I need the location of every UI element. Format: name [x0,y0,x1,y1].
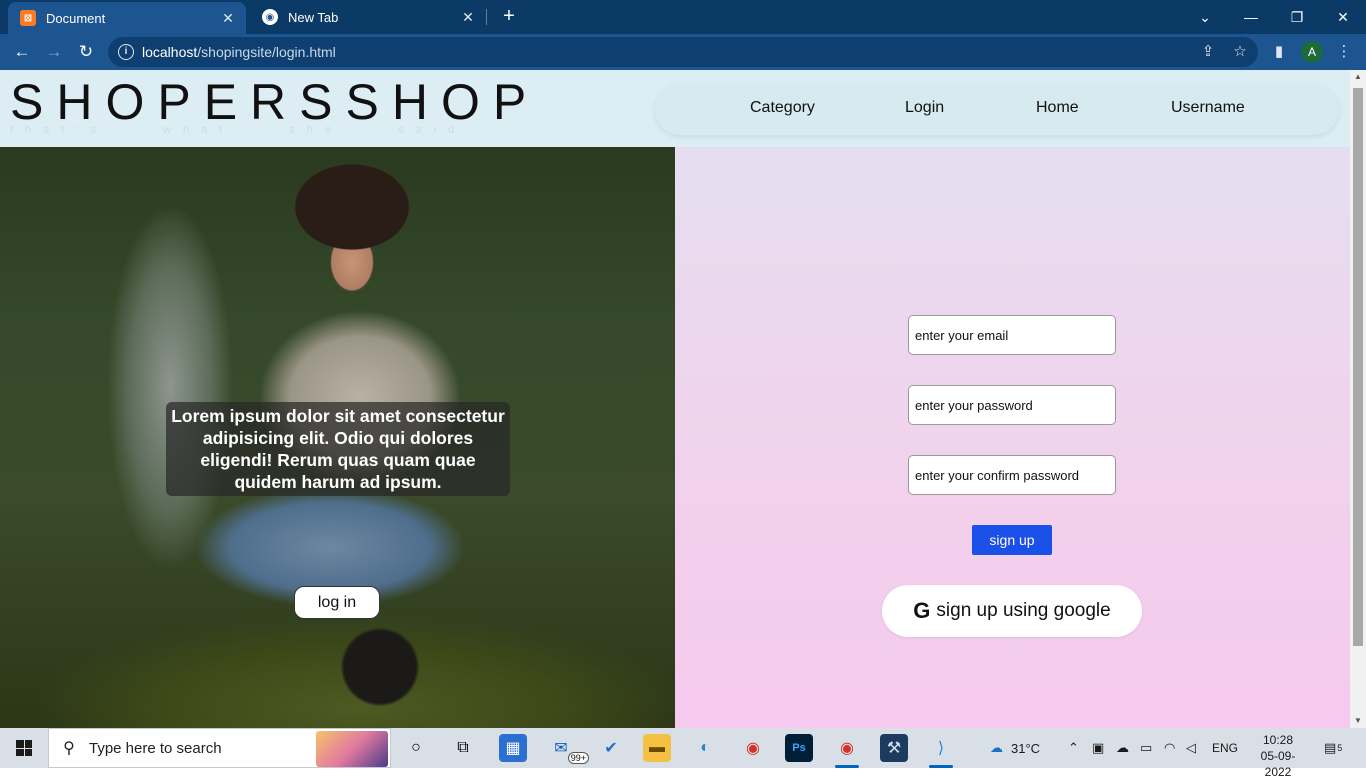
share-icon[interactable]: ⇪ [1198,42,1218,62]
close-window-button[interactable]: ✕ [1320,0,1366,34]
address-bar[interactable]: i localhost/shopingsite/login.html [108,37,1258,67]
hero-image-panel: Lorem ipsum dolor sit amet consectetur a… [0,147,675,728]
nav-home[interactable]: Home [1036,99,1079,117]
weather-widget[interactable]: ☁ 31°C [990,728,1040,768]
scrollbar-thumb[interactable] [1353,88,1363,646]
browser-toolbar: ← → ↻ i localhost/shopingsite/login.html… [0,34,1366,70]
clock-time: 10:28 [1262,733,1294,747]
search-placeholder: Type here to search [89,739,222,757]
file-explorer-icon[interactable]: ▬ [643,734,671,762]
main-nav: Category Login Home Username [655,83,1339,135]
notification-icon[interactable]: ▤ 5 [1324,728,1342,768]
battery-icon[interactable]: ▭ [1140,728,1152,768]
brand-tagline: that's what she said [10,124,467,136]
new-tab-button[interactable]: + [498,5,520,27]
tab-close-icon[interactable]: ✕ [220,10,236,27]
login-button[interactable]: log in [294,586,380,619]
notification-count: 5 [1337,743,1343,753]
tab-search-dropdown-icon[interactable]: ⌄ [1182,0,1228,34]
photoshop-icon[interactable]: Ps [785,734,813,762]
tab-new-tab[interactable]: ◉ New Tab ✕ [250,0,486,34]
email-input[interactable] [908,315,1116,355]
google-icon: G [913,598,931,623]
nav-category[interactable]: Category [750,99,815,117]
weather-icon: ☁ [990,740,1003,755]
start-button[interactable] [0,728,48,768]
url-text[interactable]: localhost/shopingsite/login.html [142,44,336,60]
site-header: SHOPERSSHOP that's what she said Categor… [0,70,1350,147]
search-icon: ⚲ [63,740,75,757]
info-icon[interactable]: i [118,44,134,60]
web-page: SHOPERSSHOP that's what she said Categor… [0,70,1350,728]
chrome-icon[interactable]: ◉ [739,734,767,762]
page-scrollbar[interactable]: ▲ ▼ [1350,70,1366,728]
tab-separator [486,9,487,25]
cloud-icon[interactable]: ☁ [1116,728,1129,768]
meet-now-icon[interactable]: ▣ [1092,728,1104,768]
edge-icon[interactable]: ◐ [691,734,719,762]
nav-username[interactable]: Username [1171,99,1245,117]
mail-icon[interactable]: ✉ 99+ [547,734,589,764]
hero-text: Lorem ipsum dolor sit amet consectetur a… [166,402,510,496]
star-icon[interactable]: ☆ [1230,42,1250,62]
google-signup-button[interactable]: G sign up using google [882,585,1142,637]
store-icon[interactable]: ▦ [499,734,527,762]
brand-logo[interactable]: SHOPERSSHOP [10,76,539,128]
language-indicator[interactable]: ENG [1212,728,1238,768]
scroll-down-icon[interactable]: ▼ [1350,714,1366,728]
chrome-icon: ◉ [262,9,278,25]
scroll-up-icon[interactable]: ▲ [1350,70,1366,84]
wifi-icon[interactable]: ◠ [1164,728,1175,768]
vscode-icon[interactable]: ⟩ [927,734,955,768]
windows-taskbar: ⚲ Type here to search ○ ⧉ ▦ ✉ 99+ ✔ ▬ ◐ ◉… [0,728,1366,779]
back-arrow-icon[interactable]: ← [10,40,34,64]
taskbar-clock[interactable]: 10:28 05-09-2022 [1248,732,1308,780]
chrome-active-icon[interactable]: ◉ [833,734,861,768]
taskbar-search[interactable]: ⚲ Type here to search [48,728,391,768]
task-view-icon[interactable]: ⧉ [449,734,477,762]
tab-title: New Tab [288,9,339,25]
tab-document[interactable]: ⊠ Document ✕ [8,2,246,34]
forward-arrow-icon[interactable]: → [42,40,66,64]
profile-avatar[interactable]: A [1301,41,1323,63]
kebab-menu-icon[interactable]: ⋮ [1334,42,1354,62]
search-highlight-image [316,731,388,767]
signup-form-panel: sign up G sign up using google [675,147,1350,728]
restore-button[interactable]: ❐ [1274,0,1320,34]
sql-tool-icon[interactable]: ⚒ [880,734,908,762]
tray-chevron-icon[interactable]: ⌃ [1068,728,1079,768]
volume-icon[interactable]: ◁ [1186,728,1196,768]
clock-date: 05-09-2022 [1260,749,1296,779]
confirm-password-input[interactable] [908,455,1116,495]
signup-button[interactable]: sign up [972,525,1052,555]
cortana-icon[interactable]: ○ [402,734,430,762]
tab-close-icon[interactable]: ✕ [460,9,476,26]
mail-badge: 99+ [567,752,589,764]
google-signup-label: sign up using google [936,600,1111,621]
reload-icon[interactable]: ↻ [74,40,98,64]
password-input[interactable] [908,385,1116,425]
browser-tab-bar: ⊠ Document ✕ ◉ New Tab ✕ + ⌄ — ❐ ✕ [0,0,1366,34]
minimize-button[interactable]: — [1228,0,1274,34]
xampp-icon: ⊠ [20,10,36,26]
weather-temp: 31°C [1011,740,1041,756]
todo-icon[interactable]: ✔ [597,734,625,762]
sidebar-icon[interactable]: ▮ [1269,42,1289,62]
nav-login[interactable]: Login [905,99,944,117]
tab-title: Document [46,10,106,26]
windows-logo-icon [16,740,32,756]
